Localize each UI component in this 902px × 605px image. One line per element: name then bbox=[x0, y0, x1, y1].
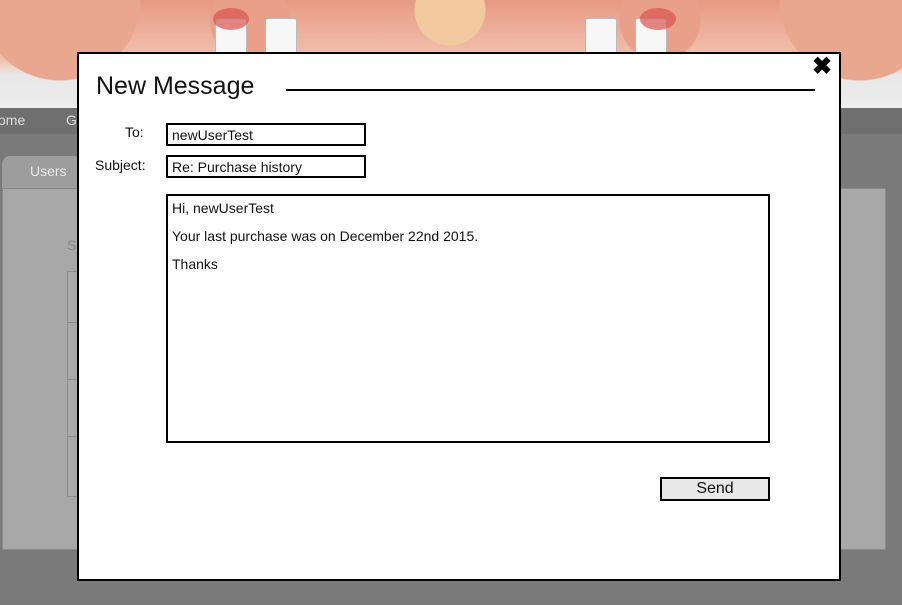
casino-chip-image bbox=[213, 8, 249, 30]
tab-users[interactable]: Users bbox=[2, 156, 82, 188]
nav-item-games[interactable]: G bbox=[66, 112, 77, 128]
message-line: Your last purchase was on December 22nd … bbox=[172, 228, 479, 244]
message-body-textarea[interactable]: Hi, newUserTest Your last purchase was o… bbox=[166, 194, 770, 443]
to-field[interactable]: newUserTest bbox=[166, 123, 366, 146]
dialog-header: New Message bbox=[96, 72, 815, 106]
subject-label: Subject: bbox=[95, 157, 146, 173]
new-message-dialog: ✖ New Message To: newUserTest Subject: R… bbox=[77, 52, 841, 581]
dialog-title: New Message bbox=[96, 72, 263, 101]
tab-users-label: Users bbox=[30, 163, 67, 179]
message-line: Hi, newUserTest bbox=[172, 200, 274, 216]
subject-field[interactable]: Re: Purchase history bbox=[166, 155, 366, 178]
panel-label: S bbox=[67, 237, 77, 253]
to-label: To: bbox=[125, 124, 144, 140]
send-button[interactable]: Send bbox=[660, 477, 770, 501]
nav-item-home[interactable]: ome bbox=[0, 112, 25, 128]
casino-chip-image bbox=[640, 8, 676, 30]
message-line: Thanks bbox=[172, 256, 218, 272]
title-divider bbox=[286, 89, 815, 91]
